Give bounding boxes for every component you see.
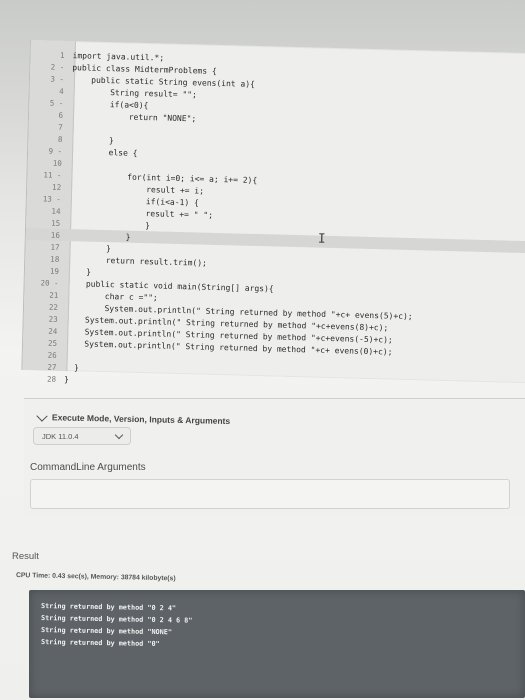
text-cursor-icon: I [317,231,326,247]
line-number: 13 - [42,193,61,204]
line-number: 25 [47,338,58,348]
line-number: 6 [58,110,64,120]
line-number: 1 [59,50,65,60]
line-number: 28 [46,374,57,384]
command-line-arguments-input[interactable] [30,479,510,509]
output-line-1: String returned by method "0 2 4" [40,602,177,613]
output-line-3: String returned by method "NONE" [40,626,173,637]
line-number: 19 [49,266,60,276]
jdk-version-select[interactable]: JDK 11.0.4 [33,427,131,445]
output-line-2: String returned by method "0 2 4 6 8" [40,614,193,625]
line-number: 21 [49,290,59,300]
line-number: 24 [48,326,58,336]
line-number: 22 [48,302,59,312]
program-output-console[interactable]: String returned by method "0 2 4" String… [29,590,525,698]
line-number: 2 - [50,62,65,72]
line-number: 20 - [40,277,59,288]
result-section: Result CPU Time: 0.43 sec(s), Memory: 38… [12,548,525,700]
line-number: 14 [51,206,61,216]
line-number: 17 [50,242,60,252]
line-number: 7 [58,122,63,132]
chevron-down-icon[interactable] [36,409,48,422]
cpu-memory-stats: CPU Time: 0.43 sec(s), Memory: 38784 kil… [15,572,176,583]
line-number: 10 [52,158,62,168]
screen: 1 import java.util.*; 2 - public class M… [0,0,525,700]
line-number: 26 [47,350,57,360]
line-number: 18 [50,254,60,264]
chevron-down-icon [114,430,124,439]
command-line-arguments-label: CommandLine Arguments [30,462,146,473]
line-number: 3 - [50,74,65,84]
jdk-version-value: JDK 11.0.4 [42,431,79,441]
execution-settings-section: Execute Mode, Version, Inputs & Argument… [24,398,525,517]
result-title: Result [12,551,39,562]
section-title: Execute Mode, Version, Inputs & Argument… [51,412,231,427]
line-number: 15 [51,218,61,228]
line-number: 11 - [43,169,62,180]
line-number: 23 [48,314,58,324]
code-editor[interactable]: 1 import java.util.*; 2 - public class M… [21,40,525,384]
line-number: 8 [57,134,63,144]
line-number: 27 [47,362,57,372]
line-number: 12 [52,182,62,192]
output-line-4: String returned by method "0" [40,638,160,649]
line-number: 4 [59,86,64,96]
line-number: 9 - [48,146,63,156]
line-number: 5 - [49,98,64,108]
line-number: 16 [50,230,61,240]
